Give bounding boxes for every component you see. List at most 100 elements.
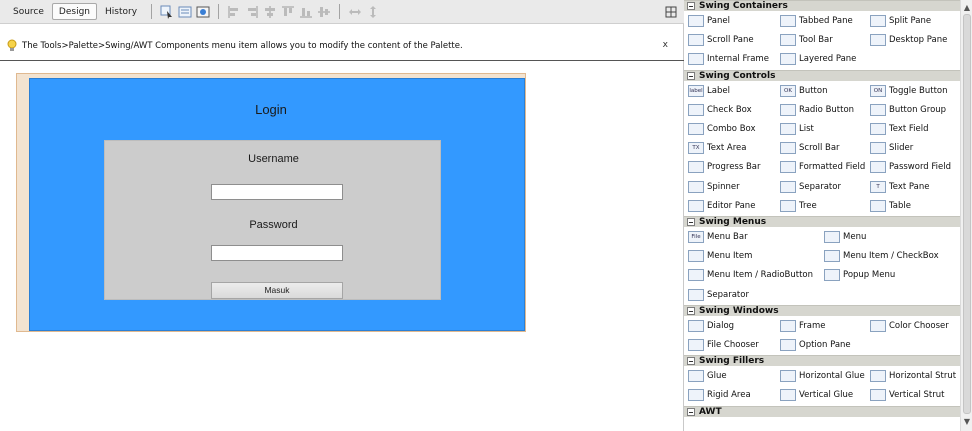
align-right-icon[interactable] [245, 5, 259, 19]
palette-item-list[interactable]: List [780, 121, 814, 137]
palette-item-separator[interactable]: Separator [688, 287, 749, 303]
menu-item-radiobutton-icon [688, 269, 704, 282]
collapse-icon[interactable] [687, 357, 695, 366]
palette-item-radio-button[interactable]: Radio Button [780, 102, 854, 118]
maximize-icon[interactable] [664, 5, 678, 19]
palette-item-tabbed-pane[interactable]: Tabbed Pane [780, 13, 853, 29]
palette-item-vertical-strut[interactable]: Vertical Strut [870, 387, 944, 403]
collapse-icon[interactable] [687, 2, 695, 10]
palette-item-text-pane[interactable]: T Text Pane [870, 179, 929, 195]
palette-item-editor-pane[interactable]: Editor Pane [688, 198, 755, 214]
palette-item-slider[interactable]: Slider [870, 140, 913, 156]
align-top-icon[interactable] [281, 5, 295, 19]
close-icon[interactable]: x [663, 40, 668, 50]
palette-item-label: Color Chooser [889, 320, 949, 331]
separator-icon [780, 180, 796, 193]
palette-item-label: Toggle Button [889, 85, 948, 96]
resize-horizontal-icon[interactable] [348, 5, 362, 19]
palette-item-progress-bar[interactable]: Progress Bar [688, 159, 761, 175]
credentials-panel[interactable]: Username Password Masuk [104, 140, 441, 300]
palette-item-scroll-bar[interactable]: Scroll Bar [780, 140, 840, 156]
palette-item-split-pane[interactable]: Split Pane [870, 13, 931, 29]
palette-item-formatted-field[interactable]: Formatted Field [780, 159, 865, 175]
palette-item-menu[interactable]: Menu [824, 229, 866, 245]
palette-item-tool-bar[interactable]: Tool Bar [780, 32, 833, 48]
panel-icon [688, 15, 704, 27]
palette-item-rigid-area[interactable]: Rigid Area [688, 387, 751, 403]
palette-item-desktop-pane[interactable]: Desktop Pane [870, 32, 947, 48]
palette-item-dialog[interactable]: Dialog [688, 318, 734, 334]
palette-item-horizontal-strut[interactable]: Horizontal Strut [870, 368, 956, 384]
palette-category-swing-controls[interactable]: Swing Controls [684, 69, 960, 81]
palette-item-popup-menu[interactable]: Popup Menu [824, 267, 895, 283]
palette-item-layered-pane[interactable]: Layered Pane [780, 51, 856, 67]
collapse-icon[interactable] [687, 407, 695, 416]
palette-item-panel[interactable]: Panel [688, 13, 730, 29]
palette-item-label: Tabbed Pane [799, 16, 853, 26]
selection-mode-icon[interactable] [160, 5, 174, 19]
preview-design-icon[interactable] [196, 5, 210, 19]
palette-item-toggle-button[interactable]: ON Toggle Button [870, 83, 948, 99]
palette-item-combo-box[interactable]: Combo Box [688, 121, 756, 137]
vertical-glue-icon [780, 389, 796, 402]
collapse-icon[interactable] [687, 71, 695, 80]
palette-item-menu-bar[interactable]: File Menu Bar [688, 229, 748, 245]
tab-source[interactable]: Source [6, 3, 51, 20]
palette-item-frame[interactable]: Frame [780, 318, 825, 334]
collapse-icon[interactable] [687, 218, 695, 226]
palette-item-button-group[interactable]: Button Group [870, 102, 946, 118]
palette-item-option-pane[interactable]: Option Pane [780, 337, 851, 353]
tab-history[interactable]: History [98, 3, 144, 20]
rigid-area-icon [688, 389, 704, 402]
palette-item-spinner[interactable]: Spinner [688, 179, 740, 195]
palette-item-label: List [799, 124, 814, 134]
username-field[interactable] [211, 184, 343, 200]
palette-category-awt[interactable]: AWT [684, 405, 960, 417]
align-left-icon[interactable] [227, 5, 241, 19]
scroll-down-icon[interactable]: ▼ [963, 418, 971, 426]
category-title: AWT [699, 406, 722, 417]
palette-category-swing-fillers[interactable]: Swing Fillers [684, 355, 960, 367]
password-label[interactable]: Password [105, 219, 442, 231]
palette-item-check-box[interactable]: Check Box [688, 102, 752, 118]
align-bottom-icon[interactable] [299, 5, 313, 19]
palette-item-file-chooser[interactable]: File Chooser [688, 337, 759, 353]
palette-item-button[interactable]: OK Button [780, 83, 827, 99]
tab-design[interactable]: Design [51, 3, 97, 20]
masuk-button[interactable]: Masuk [211, 282, 343, 299]
resize-vertical-icon[interactable] [366, 5, 380, 19]
palette-item-table[interactable]: Table [870, 198, 911, 214]
palette-item-separator[interactable]: Separator [780, 179, 841, 195]
palette-item-glue[interactable]: Glue [688, 368, 727, 384]
connection-mode-icon[interactable] [178, 5, 192, 19]
palette-item-text-field[interactable]: Text Field [870, 121, 929, 137]
palette-item-text-area[interactable]: TX Text Area [688, 140, 746, 156]
palette-item-menu-item[interactable]: Menu Item [688, 248, 752, 264]
login-title-label[interactable]: Login [0, 102, 542, 117]
palette-category-swing-menus[interactable]: Swing Menus [684, 216, 960, 227]
palette-item-vertical-glue[interactable]: Vertical Glue [780, 387, 853, 403]
palette-item-label[interactable]: label Label [688, 83, 730, 99]
palette-item-internal-frame[interactable]: Internal Frame [688, 51, 769, 67]
palette-category-swing-containers[interactable]: Swing Containers [684, 0, 960, 11]
palette-item-horizontal-glue[interactable]: Horizontal Glue [780, 368, 865, 384]
palette-item-label: Popup Menu [843, 270, 896, 281]
palette-item-label: Separator [799, 181, 841, 192]
palette-item-menu-item-checkbox[interactable]: Menu Item / CheckBox [824, 248, 939, 264]
slider-icon [870, 142, 886, 155]
collapse-icon[interactable] [687, 306, 695, 315]
username-label[interactable]: Username [105, 153, 442, 165]
palette-item-tree[interactable]: Tree [780, 198, 817, 214]
palette-item-label: Formatted Field [799, 162, 866, 173]
palette-item-scroll-pane[interactable]: Scroll Pane [688, 32, 754, 48]
center-vertical-icon[interactable] [317, 5, 331, 19]
palette-item-color-chooser[interactable]: Color Chooser [870, 318, 949, 334]
center-horizontal-icon[interactable] [263, 5, 277, 19]
palette-category-swing-windows[interactable]: Swing Windows [684, 304, 960, 316]
password-field[interactable] [211, 245, 343, 261]
palette-scrollbar[interactable]: ▲ ▼ [960, 0, 972, 431]
palette-item-password-field[interactable]: Password Field [870, 159, 951, 175]
palette-item-menu-item-radiobutton[interactable]: Menu Item / RadioButton [688, 267, 813, 283]
scroll-thumb[interactable] [963, 14, 971, 414]
scroll-up-icon[interactable]: ▲ [963, 4, 971, 12]
